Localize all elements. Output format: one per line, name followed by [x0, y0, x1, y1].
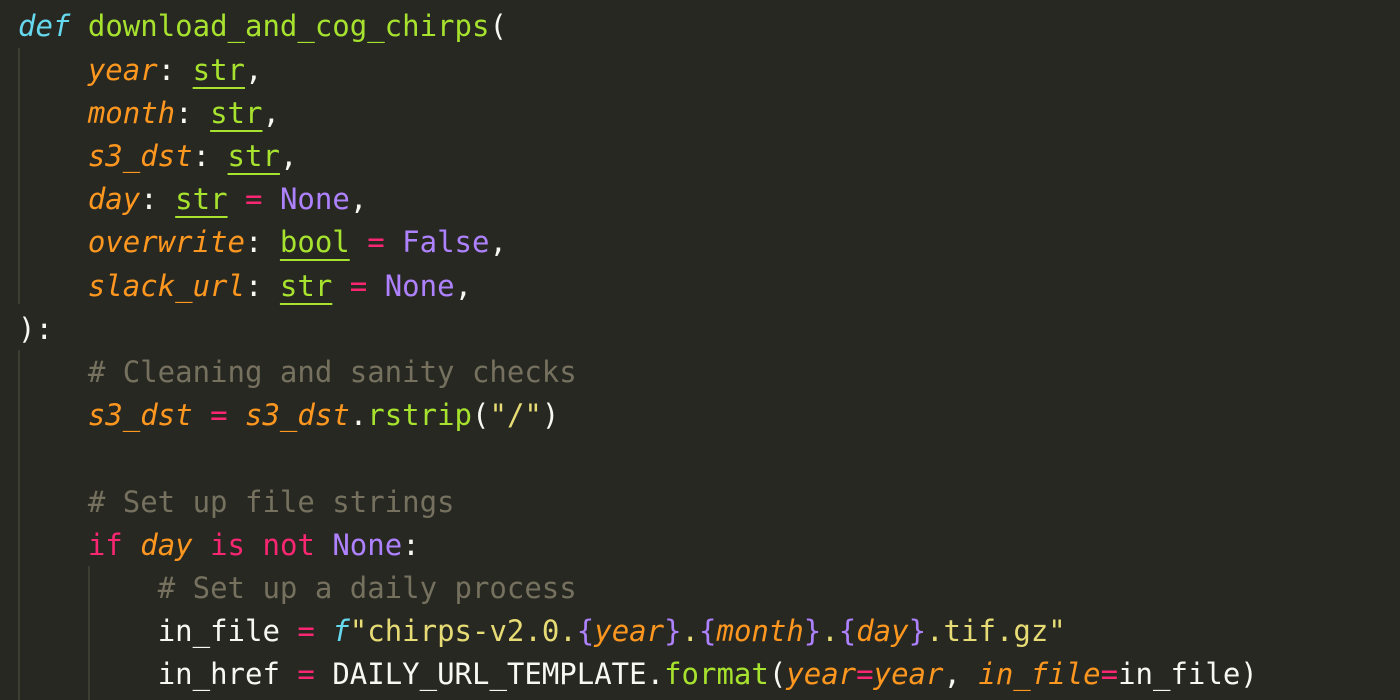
type-annotation: str	[175, 182, 228, 216]
string-literal: .	[681, 614, 700, 648]
code-line-8[interactable]: ):	[18, 308, 53, 351]
param-name: year	[87, 53, 158, 87]
type-annotation: str	[210, 96, 263, 130]
function-name: download_and_cog_chirps	[87, 9, 490, 43]
string-literal: "chirps-v2.0.	[349, 614, 577, 648]
kwarg-name: year	[786, 657, 857, 691]
kwarg-name: in_file	[978, 657, 1101, 691]
method-call: rstrip	[367, 398, 473, 432]
string-literal: .tif.gz"	[926, 614, 1066, 648]
string-literal: .	[821, 614, 839, 648]
interp-brace: }	[803, 614, 822, 648]
code-comment: # Cleaning and sanity checks	[87, 355, 577, 389]
code-line-15[interactable]: in_file = f"chirps-v2.0.{year}.{month}.{…	[18, 610, 1066, 653]
code-line-10[interactable]: s3_dst = s3_dst.rstrip("/")	[18, 394, 560, 437]
assign-operator: =	[297, 657, 315, 691]
variable: in_file	[157, 614, 280, 648]
type-annotation: str	[279, 269, 333, 303]
object: DAILY_URL_TEMPLATE	[332, 657, 647, 691]
keyword-is: is	[210, 528, 246, 562]
keyword-def: def	[18, 9, 71, 43]
code-line-7[interactable]: slack_url: str = None,	[18, 265, 472, 308]
colon: :	[244, 225, 263, 259]
assign-operator: =	[349, 269, 368, 303]
open-paren: (	[472, 398, 490, 432]
close-paren-colon: ):	[18, 312, 53, 346]
code-line-14[interactable]: # Set up a daily process	[18, 567, 577, 610]
assign-operator: =	[367, 225, 385, 259]
open-paren: (	[489, 9, 507, 43]
type-annotation: str	[227, 139, 280, 173]
kwarg-equals: =	[856, 657, 874, 691]
param-name: slack_url	[87, 269, 245, 303]
default-value: None	[279, 182, 350, 216]
default-value: False	[402, 225, 490, 259]
fstring-prefix: f	[332, 614, 350, 648]
comma: ,	[279, 139, 298, 173]
variable: in_href	[157, 657, 280, 691]
code-line-16[interactable]: in_href = DAILY_URL_TEMPLATE.format(year…	[18, 653, 1258, 696]
comma: ,	[245, 53, 263, 87]
code-editor[interactable]: def download_and_cog_chirps( year: str, …	[0, 0, 1400, 700]
interp-var: day	[856, 614, 909, 648]
separator: ,	[943, 657, 979, 691]
colon: :	[192, 139, 211, 173]
assign-operator: =	[245, 182, 263, 216]
assign-operator: =	[210, 398, 228, 432]
code-line-2[interactable]: year: str,	[18, 49, 263, 92]
type-annotation: bool	[279, 225, 350, 259]
code-comment: # Set up file strings	[87, 485, 455, 519]
interp-var: month	[716, 614, 804, 648]
comma: ,	[349, 182, 368, 216]
comma: ,	[454, 269, 473, 303]
interp-brace: }	[664, 614, 682, 648]
interp-brace: {	[576, 614, 595, 648]
open-paren: (	[768, 657, 787, 691]
interp-brace: {	[838, 614, 857, 648]
colon: :	[175, 96, 193, 130]
param-name: overwrite	[87, 225, 245, 259]
constant: None	[332, 528, 403, 562]
method-call: format	[664, 657, 769, 691]
code-line-9[interactable]: # Cleaning and sanity checks	[18, 351, 577, 394]
colon: :	[402, 528, 420, 562]
code-line-5[interactable]: day: str = None,	[18, 178, 367, 221]
param-name: day	[87, 182, 141, 216]
assign-operator: =	[297, 614, 315, 648]
colon: :	[140, 182, 158, 216]
type-annotation: str	[192, 53, 246, 87]
param-name: s3_dst	[87, 139, 193, 173]
code-line-3[interactable]: month: str,	[18, 92, 280, 135]
param-name: month	[87, 96, 176, 130]
code-comment: # Set up a daily process	[157, 571, 577, 605]
kwarg-value: year	[873, 657, 944, 691]
close-paren: )	[1240, 657, 1258, 691]
code-line-1[interactable]: def download_and_cog_chirps(	[18, 5, 507, 48]
variable: s3_dst	[87, 398, 193, 432]
default-value: None	[384, 269, 455, 303]
object: s3_dst	[245, 398, 350, 432]
code-line-12[interactable]: # Set up file strings	[18, 481, 455, 524]
kwarg-value: in_file	[1118, 657, 1241, 691]
close-paren: )	[541, 398, 560, 432]
code-line-4[interactable]: s3_dst: str,	[18, 135, 298, 178]
dot: .	[646, 657, 665, 691]
dot: .	[349, 398, 368, 432]
code-line-6[interactable]: overwrite: bool = False,	[18, 221, 507, 264]
kwarg-equals: =	[1100, 657, 1119, 691]
colon: :	[244, 269, 263, 303]
keyword-not: not	[262, 528, 315, 562]
comma: ,	[489, 225, 507, 259]
comma: ,	[262, 96, 280, 130]
string-literal: "/"	[489, 398, 542, 432]
code-line-13[interactable]: if day is not None:	[18, 524, 420, 567]
variable: day	[140, 528, 193, 562]
keyword-if: if	[87, 528, 123, 562]
colon: :	[157, 53, 176, 87]
interp-brace: {	[699, 614, 717, 648]
interp-var: year	[594, 614, 665, 648]
interp-brace: }	[908, 614, 927, 648]
